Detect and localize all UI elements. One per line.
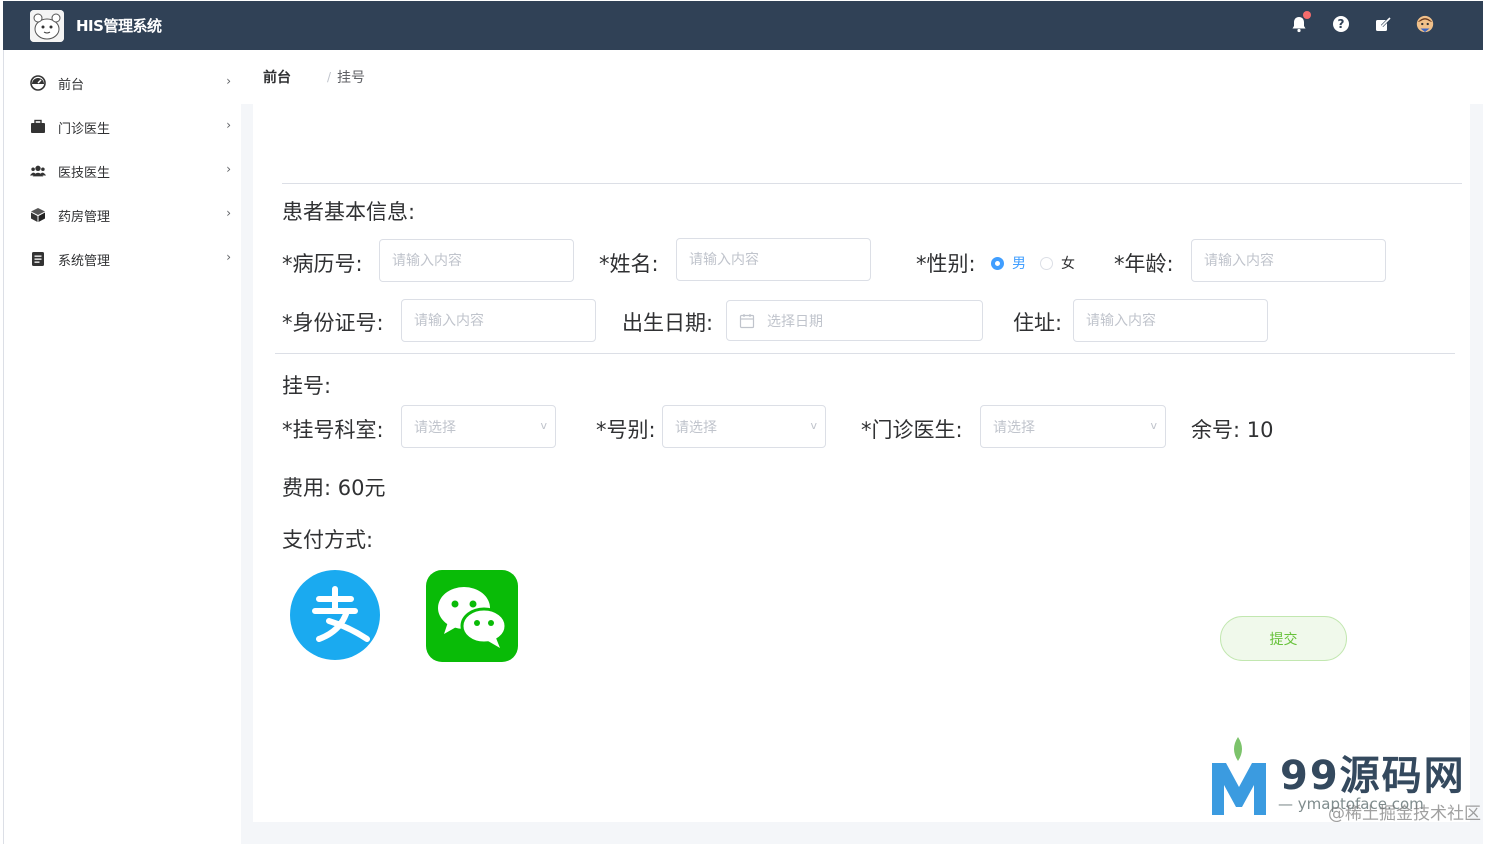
fee-text: 费用: 60元 xyxy=(282,476,386,500)
dept-select[interactable]: 请选择 v xyxy=(401,405,556,448)
watermark-brand: 99源码网 xyxy=(1280,753,1466,799)
breadcrumb-separator: / xyxy=(327,70,332,84)
sidebar-item-label: 门诊医生 xyxy=(58,121,111,137)
radio-circle xyxy=(1040,256,1053,270)
sidebar-item-outpatient-doctor[interactable]: 门诊医生 › xyxy=(4,105,241,149)
remaining-count: 余号: 10 xyxy=(1191,418,1274,442)
payment-label: 支付方式: xyxy=(282,528,374,552)
age-label: *年龄: xyxy=(1114,252,1174,276)
radio-label: 男 xyxy=(1012,256,1026,272)
avatar-icon[interactable] xyxy=(1415,13,1435,35)
type-label: *号别: xyxy=(596,418,656,442)
top-navbar: HIS管理系统 ? xyxy=(3,1,1483,50)
select-placeholder: 请选择 xyxy=(414,419,456,436)
cube-icon xyxy=(30,207,46,223)
chevron-right-icon: › xyxy=(226,118,231,132)
patient-info-title: 患者基本信息: xyxy=(282,200,416,224)
record-no-label: *病历号: xyxy=(282,252,363,276)
select-placeholder: 请选择 xyxy=(993,419,1035,436)
chevron-down-icon: v xyxy=(1150,419,1157,432)
sidebar-item-medtech-doctor[interactable]: 医技医生 › xyxy=(4,149,241,193)
date-placeholder: 选择日期 xyxy=(767,313,823,330)
alipay-icon[interactable] xyxy=(289,569,381,661)
radio-label: 女 xyxy=(1061,256,1075,272)
top-divider xyxy=(282,183,1462,184)
dashboard-icon xyxy=(30,75,46,91)
sidebar-item-label: 系统管理 xyxy=(58,253,111,269)
chevron-right-icon: › xyxy=(226,206,231,220)
chevron-down-icon: v xyxy=(540,419,547,432)
address-label: 住址: xyxy=(1013,311,1063,335)
radio-circle xyxy=(991,256,1004,270)
id-card-input[interactable] xyxy=(401,299,596,342)
gender-label: *性别: xyxy=(916,252,976,276)
chevron-right-icon: › xyxy=(226,250,231,264)
bell-icon[interactable] xyxy=(1289,11,1311,35)
svg-text:?: ? xyxy=(1338,17,1345,31)
edit-icon[interactable] xyxy=(1373,13,1393,35)
watermark-overlay: @稀土掘金技术社区 xyxy=(1328,804,1481,824)
id-card-label: *身份证号: xyxy=(282,311,384,335)
sidebar-item-pharmacy[interactable]: 药房管理 › xyxy=(4,193,241,237)
breadcrumb-item-register: 挂号 xyxy=(337,70,366,86)
sidebar-item-label: 前台 xyxy=(58,77,85,93)
sidebar-item-label: 医技医生 xyxy=(58,165,111,181)
select-placeholder: 请选择 xyxy=(675,419,717,436)
birth-date-picker[interactable]: 选择日期 xyxy=(726,300,983,341)
name-input[interactable] xyxy=(676,238,871,281)
breadcrumb: 前台 / 挂号 xyxy=(241,50,1483,104)
watermark-logo-icon xyxy=(1212,737,1266,815)
gender-male-radio[interactable]: 男 xyxy=(991,253,1026,273)
help-icon[interactable]: ? xyxy=(1331,13,1351,35)
sidebar: 前台 › 门诊医生 › 医技医生 › 药房管理 › 系统管理 › xyxy=(3,50,241,844)
address-input[interactable] xyxy=(1073,299,1268,342)
doctor-select[interactable]: 请选择 v xyxy=(980,405,1166,448)
chevron-right-icon: › xyxy=(226,162,231,176)
name-label: *姓名: xyxy=(599,252,659,276)
wechat-pay-icon[interactable] xyxy=(426,570,518,662)
document-icon xyxy=(30,251,46,267)
main-card xyxy=(253,104,1470,822)
sidebar-item-label: 药房管理 xyxy=(58,209,111,225)
dept-label: *挂号科室: xyxy=(282,418,384,442)
users-icon xyxy=(30,163,46,179)
record-no-input[interactable] xyxy=(379,239,574,282)
calendar-icon xyxy=(739,313,755,328)
type-select[interactable]: 请选择 v xyxy=(662,405,826,448)
register-title: 挂号: xyxy=(282,374,332,398)
briefcase-icon xyxy=(30,119,46,135)
notification-badge xyxy=(1303,11,1311,19)
middle-divider xyxy=(275,353,1455,354)
gender-female-radio[interactable]: 女 xyxy=(1040,253,1075,273)
doctor-label: *门诊医生: xyxy=(861,418,963,442)
age-input[interactable] xyxy=(1191,239,1386,282)
sidebar-item-system[interactable]: 系统管理 › xyxy=(4,237,241,281)
app-logo[interactable] xyxy=(30,10,64,42)
submit-button[interactable]: 提交 xyxy=(1220,616,1347,661)
sidebar-item-frontdesk[interactable]: 前台 › xyxy=(4,61,241,105)
chevron-right-icon: › xyxy=(226,74,231,88)
birth-date-label: 出生日期: xyxy=(622,311,714,335)
chevron-down-icon: v xyxy=(810,419,817,432)
app-title: HIS管理系统 xyxy=(76,17,162,35)
watermark: 99源码网 — ymaptoface.com @稀土掘金技术社区 xyxy=(1208,735,1498,830)
breadcrumb-item-frontdesk[interactable]: 前台 xyxy=(263,67,291,87)
